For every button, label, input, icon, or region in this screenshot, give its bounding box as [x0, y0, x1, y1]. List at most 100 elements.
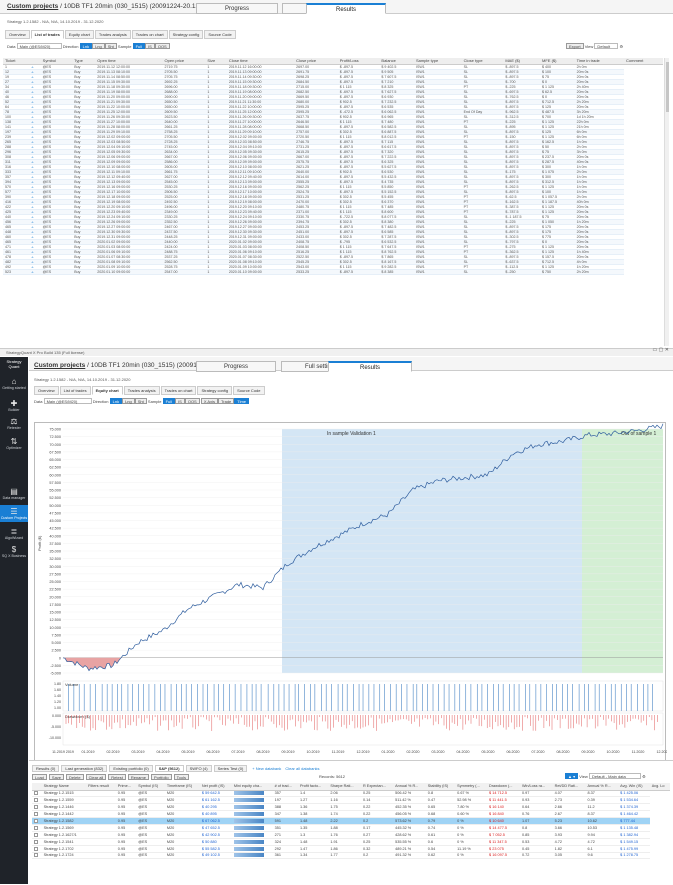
databank-row[interactable]: Strategy 1.2.1442 0.95 @ES M20 $ 40 895 347 1.…: [32, 810, 670, 819]
databank-row[interactable]: Strategy 1.2.1582 0.95 @ES M20 $ 67 062.5 591…: [32, 817, 670, 825]
db-tool-button[interactable]: Portfolio: [150, 774, 172, 780]
data-select-2[interactable]: Main (@ES/M20): [43, 398, 92, 404]
breadcrumb-link[interactable]: Custom projects: [7, 3, 58, 10]
db-col-header[interactable]: Profit facto...: [297, 783, 329, 791]
sample2-oos[interactable]: OOS: [184, 398, 200, 404]
db-col-header[interactable]: # of trad...: [272, 783, 298, 791]
minimize-icon[interactable]: ▭: [653, 347, 658, 353]
view-select[interactable]: Default: [594, 43, 619, 49]
databank-row[interactable]: Strategy 1.2.1559 0.95 @ES M20 $ 61 162.5 197…: [32, 796, 670, 805]
sidebar-item-builder[interactable]: ✚ Builder: [0, 397, 28, 414]
sidebar-item-retester[interactable]: ⚖ Retester: [0, 415, 28, 432]
db-tool-button[interactable]: Delete: [66, 774, 84, 780]
subtab-equity-chart[interactable]: Equity chart: [64, 30, 94, 39]
time-button[interactable]: Time: [234, 398, 250, 404]
trades-col-header[interactable]: Comment: [624, 58, 663, 65]
clear-all-link[interactable]: Clear all databanks: [285, 766, 319, 771]
db-view-select[interactable]: Default - Main data: [588, 773, 641, 779]
db-col-header[interactable]: Symmetry (...: [455, 783, 488, 791]
subtab-overview[interactable]: Overview: [5, 30, 30, 39]
db-col-header[interactable]: Prime...: [115, 783, 137, 791]
data-select[interactable]: Main (@ES/M20): [16, 43, 62, 49]
trades-scrollbar[interactable]: [664, 58, 669, 346]
db-col-header[interactable]: Drawdown (...: [487, 783, 520, 791]
new-databank-link[interactable]: + New databank: [252, 766, 281, 771]
subtab2-strategy-config[interactable]: Strategy config: [197, 386, 233, 395]
db-col-header[interactable]: Annual % R...: [585, 783, 619, 791]
databank-row[interactable]: Strategy 1.2.1541 0.95 @ES M20 $ 50 880 324 1.…: [32, 838, 670, 846]
direction-lng[interactable]: Lng: [92, 43, 105, 49]
db-col-header[interactable]: Stability (IS): [425, 783, 456, 791]
checkbox[interactable]: [34, 825, 38, 830]
db-tool-button[interactable]: Load: [32, 774, 47, 780]
db-col-header[interactable]: Sharpe Rati...: [328, 783, 361, 791]
direction2-lng[interactable]: Lng: [122, 398, 135, 404]
databank-row[interactable]: Strategy 1.2.1724 0.95 @ES M20 $ 49 102.5 361…: [32, 852, 670, 860]
maximize-icon[interactable]: ▢: [659, 347, 664, 353]
tab-progress-2[interactable]: Progress: [196, 361, 276, 372]
row-checkbox[interactable]: [32, 838, 42, 846]
sample-full[interactable]: Full: [132, 43, 146, 49]
sidebar-item-optimizer[interactable]: ⇅ Optimizer: [0, 435, 28, 452]
checkbox[interactable]: [34, 839, 38, 844]
databank-row[interactable]: Strategy 1.2.1569 0.95 @ES M20 $ 47 652.5 351…: [32, 824, 670, 832]
db-tool-button[interactable]: Clear all: [85, 774, 107, 780]
subtab2-equity-chart[interactable]: Equity chart: [91, 386, 123, 395]
databank-row[interactable]: Strategy 1.2.1627/1 0.95 @ES M20 $ 42 902.5 2…: [32, 831, 670, 839]
databank-tab[interactable]: Series Test (0): [213, 765, 248, 772]
databank-row[interactable]: Strategy 1.2.1515 0.95 @ES M20 $ 59 642.5 357…: [32, 790, 670, 798]
db-col-header[interactable]: Ret/DD Rati...: [552, 783, 586, 791]
db-tool-button[interactable]: Tools: [173, 774, 189, 780]
direction-sht[interactable]: Sht: [104, 43, 117, 49]
sample-oos[interactable]: OOS: [154, 43, 170, 49]
trade-button[interactable]: Trade: [217, 398, 235, 404]
direction2-sht[interactable]: Sht: [134, 398, 147, 404]
row-checkbox[interactable]: [32, 810, 42, 819]
sidebar-item-getting-started[interactable]: ⌂ Getting started: [0, 375, 28, 392]
breadcrumb-link-2[interactable]: Custom projects: [34, 362, 85, 369]
tab-progress[interactable]: Progress: [196, 3, 278, 14]
checkbox[interactable]: [34, 791, 38, 796]
tab-results[interactable]: Results: [306, 3, 386, 14]
db-tool-button[interactable]: Rename: [127, 774, 149, 780]
db-tool-button[interactable]: Retest: [108, 774, 126, 780]
checkbox[interactable]: [34, 832, 38, 837]
databank-tab[interactable]: Results (0): [32, 765, 60, 772]
direction-lnk[interactable]: Lnk: [79, 43, 93, 49]
row-checkbox[interactable]: [32, 796, 42, 805]
checkbox[interactable]: [34, 812, 38, 817]
db-col-header[interactable]: Filters result: [86, 783, 116, 791]
db-tool-button[interactable]: Save: [48, 774, 65, 780]
db-col-header[interactable]: Net profit (IS): [199, 783, 232, 791]
sidebar-item-sq-x-business[interactable]: $ SQ X Business: [0, 543, 28, 560]
close-icon[interactable]: ✕: [665, 347, 669, 353]
sample-is[interactable]: IS: [145, 43, 155, 49]
subtab2-trades-on-chart[interactable]: Trades on chart: [160, 386, 197, 395]
subtab2-overview[interactable]: Overview: [34, 386, 59, 395]
row-checkbox[interactable]: [32, 824, 42, 832]
checkbox[interactable]: [34, 805, 38, 810]
trade-row[interactable]: 523 ⟑ @ES Buy 2020.01.10 09:00:00 2547.00 1 202…: [3, 269, 663, 275]
gear-icon[interactable]: ⚙: [620, 44, 624, 49]
scroll-thumb[interactable]: [666, 62, 669, 112]
checkbox[interactable]: [34, 846, 38, 851]
subtab2-list-of-trades[interactable]: List of trades: [59, 386, 91, 395]
direction2-lnk[interactable]: Lnk: [109, 398, 123, 404]
db-col-header[interactable]: Mini equity cha...: [231, 783, 273, 791]
subtab-trades-on-chart[interactable]: Trades on chart: [131, 30, 168, 39]
subtab2-source-code[interactable]: Source Code: [233, 386, 265, 395]
databank-tab[interactable]: Existing portfolio (0): [109, 765, 153, 772]
subtab-trades-analysis[interactable]: Trades analysis: [94, 30, 131, 39]
equity-chart[interactable]: In sample Validation 1 Out of sample 1 75.…: [35, 423, 670, 763]
row-checkbox[interactable]: [32, 790, 42, 798]
row-checkbox[interactable]: [32, 817, 42, 825]
subtab-source-code[interactable]: Source Code: [204, 30, 236, 39]
databank-tab[interactable]: S&P (5612): [154, 765, 184, 772]
row-checkbox[interactable]: [32, 831, 42, 839]
row-checkbox[interactable]: [32, 803, 42, 812]
row-checkbox[interactable]: [32, 852, 42, 860]
db-col-header[interactable]: Win/Loss ra...: [519, 783, 553, 791]
db-col-header[interactable]: Avg. Win (IS): [618, 783, 650, 791]
sample2-full[interactable]: Full: [162, 398, 176, 404]
tab-results-2[interactable]: Results: [328, 361, 412, 372]
